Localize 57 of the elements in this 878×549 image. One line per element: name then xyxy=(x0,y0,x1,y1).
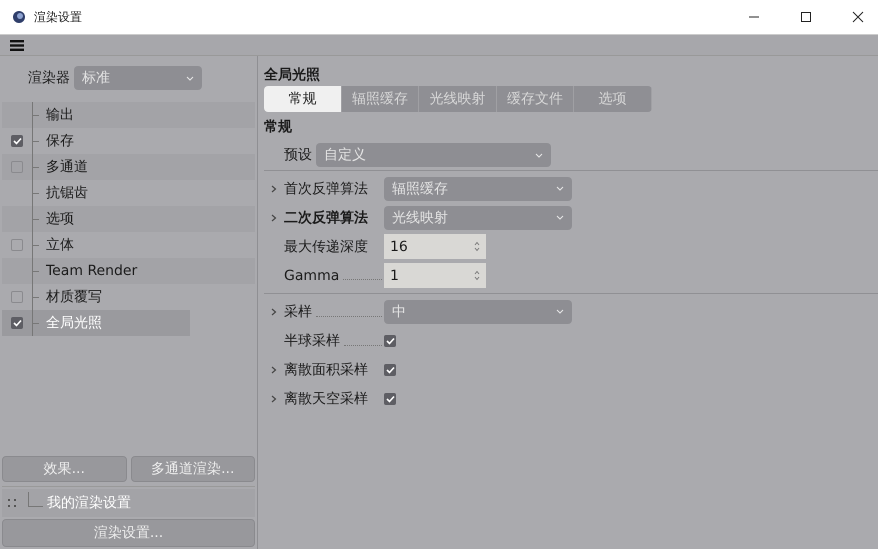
tab[interactable]: 缓存文件 xyxy=(496,86,574,112)
sidebar-item[interactable]: Team Render xyxy=(2,258,255,284)
field-label: 采样 xyxy=(284,302,312,320)
preset-entry[interactable]: 我的渲染设置 xyxy=(2,489,255,517)
window-title: 渲染设置 xyxy=(34,8,82,26)
checkbox[interactable] xyxy=(11,291,23,303)
menu-icon[interactable] xyxy=(10,40,24,50)
spinner-icon[interactable] xyxy=(474,241,480,252)
dot-leader xyxy=(344,344,382,346)
field-label: 预设 xyxy=(284,146,312,164)
sidebar-item[interactable]: 输出 xyxy=(2,102,255,128)
sidebar-button[interactable]: 多通道渲染... xyxy=(130,456,255,482)
render-settings-button[interactable]: 渲染设置... xyxy=(2,519,255,547)
renderer-label: 渲染器 xyxy=(28,69,70,87)
number-field[interactable]: 1 xyxy=(384,263,486,288)
dropdown[interactable]: 中 xyxy=(384,300,572,324)
dropdown[interactable]: 辐照缓存 xyxy=(384,176,572,200)
checkbox[interactable] xyxy=(384,334,396,346)
sidebar-button[interactable]: 效果... xyxy=(2,456,126,482)
field-label: 离散天空采样 xyxy=(284,390,368,408)
checkbox[interactable] xyxy=(384,392,396,404)
dotted-square-icon xyxy=(8,499,16,507)
dot-leader xyxy=(316,314,382,316)
spinner-icon[interactable] xyxy=(474,270,480,281)
field-label: 首次反弹算法 xyxy=(284,180,368,198)
sphere-icon xyxy=(12,10,26,24)
checkbox[interactable] xyxy=(11,161,23,173)
panel-heading: 全局光照 xyxy=(264,66,321,85)
checkbox[interactable] xyxy=(11,239,23,251)
field-label: 最大传递深度 xyxy=(284,238,368,256)
renderer-dropdown[interactable]: 标准 xyxy=(74,66,202,90)
preset-dropdown[interactable]: 自定义 xyxy=(316,143,551,167)
number-field[interactable]: 16 xyxy=(384,234,486,259)
field-label: 半球采样 xyxy=(284,332,340,350)
field-label: 离散面积采样 xyxy=(284,360,368,378)
dropdown[interactable]: 光线映射 xyxy=(384,206,572,230)
chevron-icon xyxy=(535,152,543,158)
sidebar-item[interactable]: 选项 xyxy=(2,206,255,232)
checkbox[interactable] xyxy=(384,364,396,376)
checkbox[interactable] xyxy=(11,317,23,329)
dot-leader xyxy=(343,278,382,280)
chevron-icon xyxy=(186,76,194,80)
maximize-icon[interactable] xyxy=(800,11,812,23)
tab[interactable]: 辐照缓存 xyxy=(342,86,420,112)
chevron-icon xyxy=(556,309,564,314)
chevron-icon xyxy=(556,186,564,191)
checkbox[interactable] xyxy=(11,135,23,147)
tab[interactable]: 光线映射 xyxy=(419,86,497,112)
field-label: Gamma xyxy=(284,268,340,284)
section-heading: 常规 xyxy=(264,118,293,137)
tab[interactable]: 常规 xyxy=(264,86,342,112)
sidebar-item[interactable]: 多通道 xyxy=(2,154,255,180)
close-icon[interactable] xyxy=(852,11,864,23)
sidebar-item[interactable]: 全局光照 xyxy=(2,310,190,336)
tab[interactable]: 选项 xyxy=(574,86,652,112)
chevron-icon xyxy=(556,215,564,220)
field-label: 二次反弹算法 xyxy=(284,208,368,226)
